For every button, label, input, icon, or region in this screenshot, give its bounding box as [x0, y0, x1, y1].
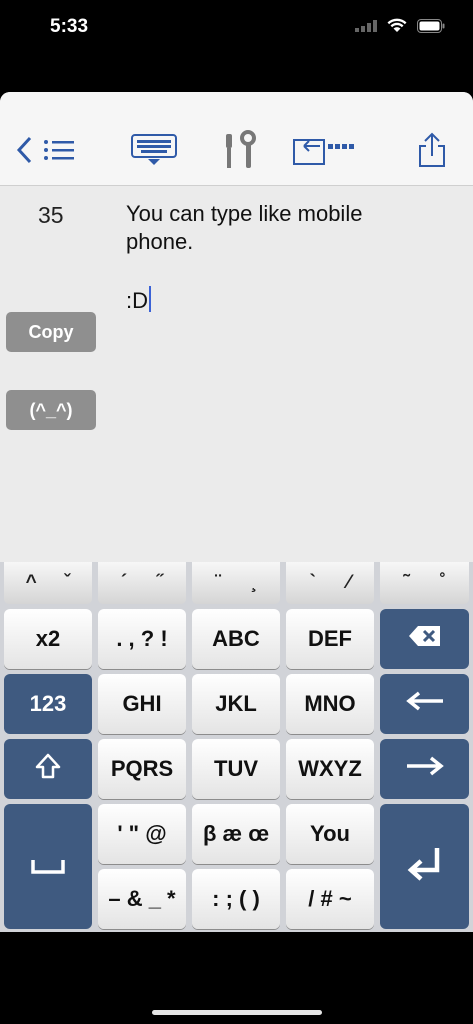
key-abc[interactable]: ABC [192, 609, 280, 669]
key-jkl[interactable]: JKL [192, 674, 280, 734]
status-icons [355, 18, 445, 38]
share-icon [416, 132, 448, 173]
toolbar [0, 92, 473, 186]
accent-key[interactable]: ´ ˝ [98, 562, 186, 604]
share-button[interactable] [408, 132, 456, 172]
key-cursor-right[interactable] [380, 739, 469, 799]
editor-line: phone. [126, 229, 194, 254]
signal-icon [355, 19, 377, 37]
accent-glyph: ` [309, 572, 316, 593]
insert-arrow-icon [290, 134, 354, 171]
home-indicator[interactable] [152, 1010, 322, 1015]
accent-glyph: ⁄ [347, 572, 351, 593]
back-list-button[interactable] [10, 132, 80, 172]
tools-button[interactable] [213, 129, 263, 175]
editor-sheet: 35 You can type like mobile phone. :D Co… [0, 92, 473, 562]
key-cursor-left[interactable] [380, 674, 469, 734]
arrow-right-icon [405, 756, 445, 782]
key-quotes[interactable]: ' " @ [98, 804, 186, 864]
space-icon [31, 854, 65, 880]
accent-key[interactable]: ` ⁄ [286, 562, 374, 604]
accent-glyph: ˝ [156, 572, 164, 593]
key-def[interactable]: DEF [286, 609, 374, 669]
accent-key[interactable]: ^ ˇ [4, 562, 92, 604]
editor-line-text: :D [126, 288, 148, 313]
copy-button[interactable]: Copy [6, 312, 96, 352]
status-bar: 5:33 [0, 0, 473, 55]
accent-key[interactable]: ¨ ¸ [192, 562, 280, 604]
list-icon [43, 138, 75, 167]
keyboard-icon [131, 133, 177, 171]
editor-line-current: :D [126, 286, 446, 315]
key-ghi[interactable]: GHI [98, 674, 186, 734]
key-space[interactable] [4, 804, 92, 929]
delete-icon [408, 625, 442, 653]
accent-glyph: ˇ [64, 572, 71, 593]
accent-glyph: ¨ [214, 572, 222, 593]
key-punctuation[interactable]: . , ? ! [98, 609, 186, 669]
accent-glyph: ¸ [250, 572, 258, 593]
chevron-left-icon [15, 135, 35, 170]
keyboard-button[interactable] [125, 132, 183, 172]
arrow-left-icon [405, 691, 445, 717]
key-symbols-1[interactable]: – & _ * [98, 869, 186, 929]
text-editor[interactable]: You can type like mobile phone. :D [126, 200, 446, 315]
key-symbols-3[interactable]: / # ~ [286, 869, 374, 929]
status-time: 5:33 [50, 16, 89, 37]
key-ligatures[interactable]: β æ œ [192, 804, 280, 864]
tools-icon [218, 129, 258, 175]
text-cursor [149, 286, 151, 312]
accent-glyph: ´ [120, 572, 128, 593]
key-x2[interactable]: x2 [4, 609, 92, 669]
battery-icon [417, 18, 445, 38]
accent-glyph: ˜ [403, 572, 410, 593]
key-wxyz[interactable]: WXYZ [286, 739, 374, 799]
line-number: 35 [38, 202, 64, 228]
key-symbols-2[interactable]: : ; ( ) [192, 869, 280, 929]
key-123[interactable]: 123 [4, 674, 92, 734]
key-pqrs[interactable]: PQRS [98, 739, 186, 799]
wifi-icon [387, 18, 407, 38]
emoticon-button[interactable]: (^_^) [6, 390, 96, 430]
accent-glyph: ^ [25, 572, 37, 593]
custom-keyboard: ^ ˇ ´ ˝ ¨ ¸ ` ⁄ ˜ ˚ x2 . , ? ! ABC DEF 123 GH… [0, 562, 473, 932]
shift-icon [35, 753, 61, 785]
return-icon [405, 844, 445, 890]
key-shift[interactable] [4, 739, 92, 799]
insert-button[interactable] [288, 132, 356, 172]
accent-key[interactable]: ˜ ˚ [380, 562, 469, 604]
key-you[interactable]: You [286, 804, 374, 864]
key-delete[interactable] [380, 609, 469, 669]
key-tuv[interactable]: TUV [192, 739, 280, 799]
key-return[interactable] [380, 804, 469, 929]
editor-line: You can type like mobile [126, 201, 363, 226]
key-mno[interactable]: MNO [286, 674, 374, 734]
accent-glyph: ˚ [439, 572, 446, 593]
accent-row: ^ ˇ ´ ˝ ¨ ¸ ` ⁄ ˜ ˚ [0, 562, 473, 606]
